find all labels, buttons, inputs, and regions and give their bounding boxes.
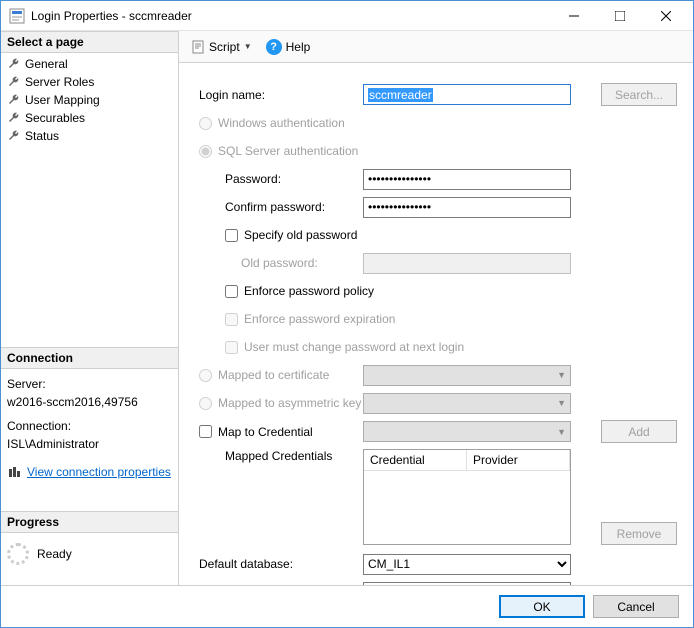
cancel-button[interactable]: Cancel <box>593 595 679 618</box>
titlebar: Login Properties - sccmreader <box>1 1 693 31</box>
progress-header: Progress <box>1 511 178 533</box>
mapped-cert-label: Mapped to certificate <box>218 368 329 382</box>
credential-combo: ▼ <box>363 421 571 442</box>
script-button[interactable]: Script ▼ <box>187 38 256 56</box>
confirm-password-label: Confirm password: <box>195 200 363 214</box>
specify-old-password-checkbox[interactable] <box>225 229 238 242</box>
connection-value: ISL\Administrator <box>7 435 172 453</box>
page-label: General <box>25 57 68 71</box>
add-button: Add <box>601 420 677 443</box>
search-button[interactable]: Search... <box>601 83 677 106</box>
select-page-header: Select a page <box>1 31 178 53</box>
page-general[interactable]: General <box>1 55 178 73</box>
view-connection-properties-link[interactable]: View connection properties <box>27 463 171 481</box>
wrench-icon <box>7 57 21 71</box>
chevron-down-icon: ▼ <box>557 398 566 408</box>
properties-icon <box>7 465 21 479</box>
mapped-asym-radio <box>199 397 212 410</box>
mapped-credentials-label: Mapped Credentials <box>195 449 363 463</box>
enforce-expiration-label: Enforce password expiration <box>244 312 395 326</box>
chevron-down-icon: ▼ <box>557 370 566 380</box>
map-credential-label: Map to Credential <box>218 425 313 439</box>
chevron-down-icon: ▼ <box>244 42 252 51</box>
map-credential-checkbox[interactable] <box>199 425 212 438</box>
page-status[interactable]: Status <box>1 127 178 145</box>
chevron-down-icon: ▼ <box>557 427 566 437</box>
help-button[interactable]: ? Help <box>262 37 315 57</box>
help-label: Help <box>286 40 311 54</box>
old-password-label: Old password: <box>195 256 363 270</box>
script-icon <box>191 40 205 54</box>
default-database-label: Default database: <box>195 557 363 571</box>
spinner-icon <box>7 543 29 565</box>
connection-header: Connection <box>1 347 178 369</box>
page-server-roles[interactable]: Server Roles <box>1 73 178 91</box>
script-label: Script <box>209 40 240 54</box>
password-label: Password: <box>195 172 363 186</box>
mapped-asym-label: Mapped to asymmetric key <box>218 396 361 410</box>
must-change-label: User must change password at next login <box>244 340 464 354</box>
mapped-cert-radio <box>199 369 212 382</box>
page-user-mapping[interactable]: User Mapping <box>1 91 178 109</box>
help-icon: ? <box>266 39 282 55</box>
close-button[interactable] <box>643 1 689 31</box>
must-change-checkbox <box>225 341 238 354</box>
server-value: w2016-sccm2016,49756 <box>7 393 172 411</box>
mapped-credentials-table[interactable]: Credential Provider <box>363 449 571 545</box>
connection-body: Server: w2016-sccm2016,49756 Connection:… <box>1 369 178 487</box>
asym-combo: ▼ <box>363 393 571 414</box>
remove-button: Remove <box>601 522 677 545</box>
wrench-icon <box>7 129 21 143</box>
cert-combo: ▼ <box>363 365 571 386</box>
enforce-expiration-checkbox <box>225 313 238 326</box>
sql-auth-label: SQL Server authentication <box>218 144 358 158</box>
window-title: Login Properties - sccmreader <box>31 9 551 23</box>
dialog-footer: OK Cancel <box>1 585 693 627</box>
page-label: Server Roles <box>25 75 94 89</box>
th-credential: Credential <box>364 450 467 470</box>
login-name-input[interactable]: sccmreader <box>363 84 571 105</box>
connection-label: Connection: <box>7 417 172 435</box>
login-name-value: sccmreader <box>368 88 433 102</box>
form-area: Login name: sccmreader Search... Windows… <box>179 63 693 585</box>
left-panel: Select a page General Server Roles User … <box>1 31 179 585</box>
wrench-icon <box>7 111 21 125</box>
progress-body: Ready <box>1 533 178 585</box>
windows-auth-label: Windows authentication <box>218 116 345 130</box>
password-input[interactable] <box>363 169 571 190</box>
enforce-policy-label: Enforce password policy <box>244 284 374 298</box>
page-securables[interactable]: Securables <box>1 109 178 127</box>
windows-auth-radio <box>199 117 212 130</box>
minimize-button[interactable] <box>551 1 597 31</box>
default-database-select[interactable]: CM_IL1 <box>363 554 571 575</box>
toolbar: Script ▼ ? Help <box>179 31 693 63</box>
app-icon <box>9 8 25 24</box>
th-provider: Provider <box>467 450 570 470</box>
ok-button[interactable]: OK <box>499 595 585 618</box>
sql-auth-radio <box>199 145 212 158</box>
enforce-policy-checkbox[interactable] <box>225 285 238 298</box>
specify-old-password-label: Specify old password <box>244 228 357 242</box>
progress-status: Ready <box>37 547 72 561</box>
page-label: Status <box>25 129 59 143</box>
login-name-label: Login name: <box>195 88 363 102</box>
wrench-icon <box>7 75 21 89</box>
confirm-password-input[interactable] <box>363 197 571 218</box>
server-label: Server: <box>7 375 172 393</box>
page-label: Securables <box>25 111 85 125</box>
old-password-input <box>363 253 571 274</box>
page-list: General Server Roles User Mapping Secura… <box>1 53 178 147</box>
page-label: User Mapping <box>25 93 100 107</box>
maximize-button[interactable] <box>597 1 643 31</box>
wrench-icon <box>7 93 21 107</box>
